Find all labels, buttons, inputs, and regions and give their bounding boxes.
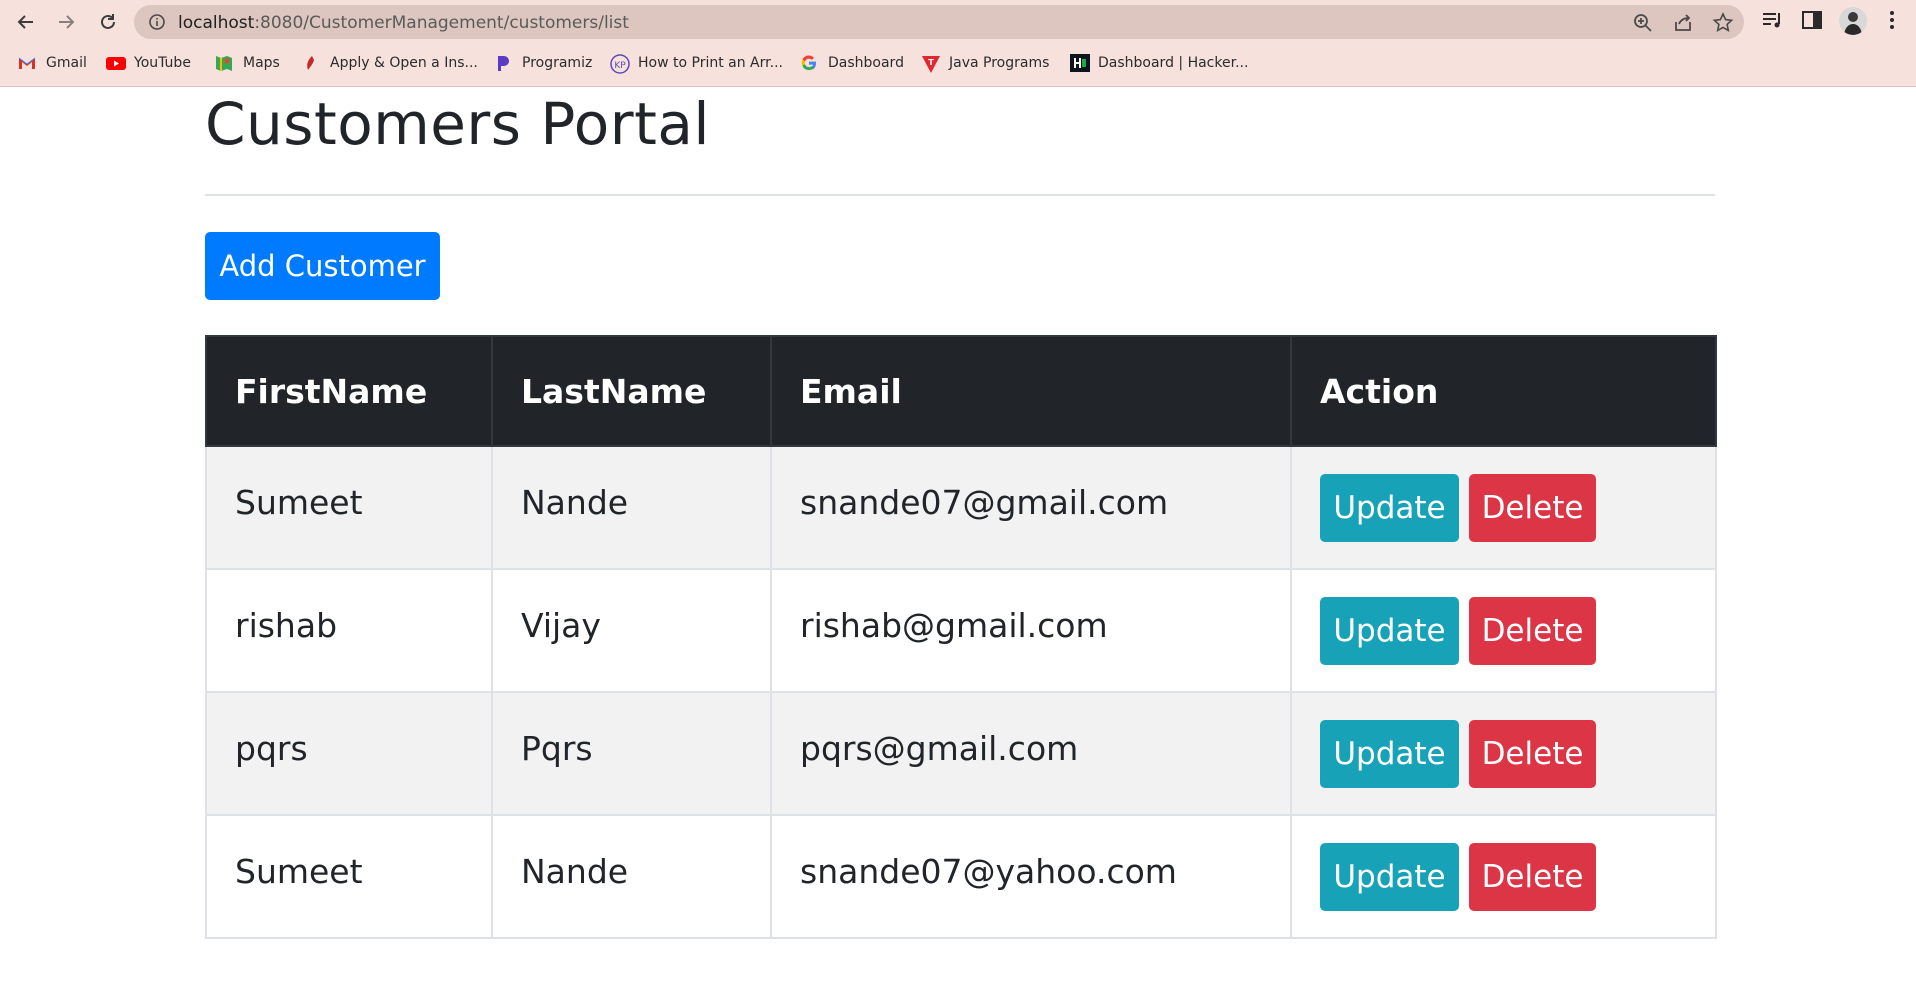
bookmark-label: Dashboard — [828, 55, 904, 71]
lastname-text: Nande — [521, 852, 629, 891]
table-row: Sumeet Nande snande07@gmail.com Update D… — [205, 445, 1717, 570]
delete-button[interactable]: Delete — [1469, 596, 1596, 665]
bookmarks-bar: Gmail YouTube Maps Apply & Open a Ins...… — [0, 50, 1916, 76]
zoom-icon[interactable] — [1632, 12, 1654, 34]
column-header-lastname: LastName — [491, 335, 772, 447]
url-text: localhost:8080/CustomerManagement/custom… — [178, 13, 629, 33]
lastname-text: Vijay — [521, 606, 601, 645]
bookmark-label: Programiz — [522, 55, 593, 71]
cell-lastname: Nande — [491, 814, 772, 939]
page-title: Customers Portal — [205, 90, 711, 158]
cell-lastname: Pqrs — [491, 691, 772, 816]
reload-icon[interactable] — [92, 6, 124, 38]
kebab-menu-icon[interactable] — [1880, 8, 1904, 32]
cell-action: Update Delete — [1290, 814, 1717, 939]
cell-email: rishab@gmail.com — [770, 568, 1292, 693]
bookmark-gmail[interactable]: Gmail — [18, 50, 87, 76]
svg-text:T: T — [928, 58, 934, 67]
email-text: snande07@yahoo.com — [800, 852, 1177, 891]
java-icon: T — [921, 54, 940, 73]
bookmark-java-programs[interactable]: T Java Programs — [921, 50, 1049, 76]
svg-text:KP: KP — [614, 61, 626, 71]
youtube-icon — [106, 54, 126, 72]
bookmark-youtube[interactable]: YouTube — [106, 50, 191, 76]
hackerrank-icon — [1070, 54, 1090, 72]
cell-firstname: rishab — [205, 568, 493, 693]
bookmark-star-icon[interactable] — [1712, 12, 1734, 34]
add-customer-button[interactable]: Add Customer — [205, 232, 440, 300]
bookmark-label: Gmail — [46, 55, 87, 71]
apply-icon — [302, 54, 320, 72]
profile-avatar[interactable] — [1839, 7, 1867, 35]
programiz-icon — [494, 54, 512, 72]
cell-lastname: Nande — [491, 445, 772, 570]
cell-firstname: Sumeet — [205, 445, 493, 570]
maps-icon — [215, 54, 233, 72]
lastname-text: Pqrs — [521, 729, 593, 768]
divider — [205, 194, 1715, 196]
update-button[interactable]: Update — [1320, 596, 1459, 665]
email-text: rishab@gmail.com — [800, 606, 1108, 645]
cell-action: Update Delete — [1290, 691, 1717, 816]
update-button[interactable]: Update — [1320, 719, 1459, 788]
bookmark-maps[interactable]: Maps — [215, 50, 280, 76]
site-info-icon[interactable] — [148, 13, 166, 31]
table-row: rishab Vijay rishab@gmail.com Update Del… — [205, 568, 1717, 693]
share-icon[interactable] — [1672, 12, 1694, 34]
bookmark-label: YouTube — [134, 55, 191, 71]
cell-email: snande07@gmail.com — [770, 445, 1292, 570]
bookmark-label: How to Print an Arr... — [638, 55, 783, 71]
table-header-row: FirstName LastName Email Action — [205, 335, 1717, 447]
table-row: Sumeet Nande snande07@yahoo.com Update D… — [205, 814, 1717, 939]
table-row: pqrs Pqrs pqrs@gmail.com Update Delete — [205, 691, 1717, 816]
delete-button[interactable]: Delete — [1469, 719, 1596, 788]
firstname-text: rishab — [235, 606, 338, 645]
bookmark-programiz[interactable]: Programiz — [494, 50, 592, 76]
update-button[interactable]: Update — [1320, 842, 1459, 911]
google-icon — [800, 54, 818, 72]
email-text: pqrs@gmail.com — [800, 729, 1079, 768]
url-host: localhost — [178, 13, 255, 33]
delete-button[interactable]: Delete — [1469, 842, 1596, 911]
update-button[interactable]: Update — [1320, 473, 1459, 542]
column-header-email: Email — [770, 335, 1292, 447]
address-bar[interactable]: localhost:8080/CustomerManagement/custom… — [134, 5, 1744, 39]
email-text: snande07@gmail.com — [800, 483, 1169, 522]
bookmark-kp[interactable]: KP How to Print an Arr... — [610, 50, 783, 76]
gmail-icon — [18, 54, 36, 72]
bookmark-label: Java Programs — [949, 55, 1050, 71]
firstname-text: Sumeet — [235, 483, 363, 522]
side-panel-icon[interactable] — [1800, 8, 1824, 32]
firstname-text: Sumeet — [235, 852, 363, 891]
url-path: :8080/CustomerManagement/customers/list — [254, 13, 629, 33]
bookmark-dashboard[interactable]: Dashboard — [800, 50, 904, 76]
delete-button[interactable]: Delete — [1469, 473, 1596, 542]
back-arrow-icon[interactable] — [10, 6, 42, 38]
forward-arrow-icon[interactable] — [50, 6, 82, 38]
cell-action: Update Delete — [1290, 568, 1717, 693]
cell-firstname: Sumeet — [205, 814, 493, 939]
lastname-text: Nande — [521, 483, 629, 522]
bookmark-label: Maps — [243, 55, 280, 71]
cell-action: Update Delete — [1290, 445, 1717, 570]
media-queue-icon[interactable] — [1760, 8, 1784, 32]
bookmark-hackerrank[interactable]: Dashboard | Hacker... — [1070, 50, 1248, 76]
bookmark-apply[interactable]: Apply & Open a Ins... — [302, 50, 478, 76]
kp-icon: KP — [610, 54, 630, 74]
cell-email: pqrs@gmail.com — [770, 691, 1292, 816]
bookmark-label: Dashboard | Hacker... — [1098, 55, 1249, 71]
customers-table: FirstName LastName Email Action Sumeet N… — [205, 335, 1717, 939]
browser-toolbar: localhost:8080/CustomerManagement/custom… — [0, 0, 1916, 87]
column-header-action: Action — [1290, 335, 1717, 447]
bookmark-label: Apply & Open a Ins... — [330, 55, 478, 71]
column-header-firstname: FirstName — [205, 335, 493, 447]
cell-firstname: pqrs — [205, 691, 493, 816]
firstname-text: pqrs — [235, 729, 308, 768]
cell-lastname: Vijay — [491, 568, 772, 693]
cell-email: snande07@yahoo.com — [770, 814, 1292, 939]
